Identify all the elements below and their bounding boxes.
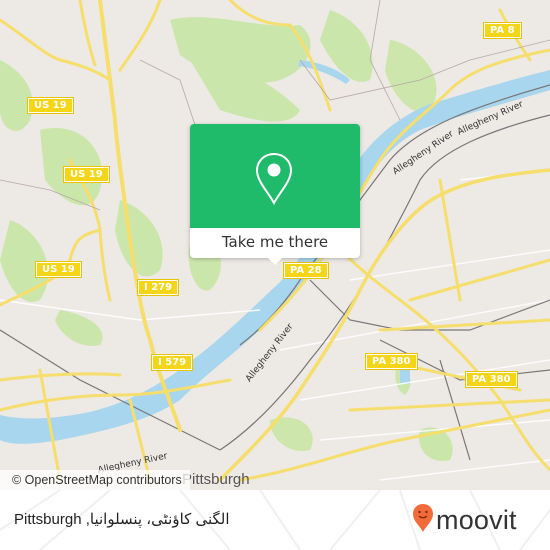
route-shield-us19: US 19 — [27, 97, 74, 114]
route-shield-pa28: PA 28 — [283, 262, 329, 279]
location-popup: Take me there — [190, 124, 360, 265]
popup-header — [190, 124, 360, 228]
footer: Pittsburgh ,الگنی کاؤنٹی، پنسلوانیا moov… — [0, 490, 550, 550]
take-me-there-button[interactable]: Take me there — [190, 228, 360, 258]
route-shield-i279: I 279 — [136, 279, 180, 296]
map-attribution[interactable]: © OpenStreetMap contributors — [0, 470, 190, 490]
location-text: Pittsburgh ,الگنی کاؤنٹی، پنسلوانیا — [14, 511, 230, 528]
popup-tail — [266, 256, 284, 265]
moovit-logo[interactable]: moovit — [412, 502, 517, 538]
route-shield-i579: I 579 — [150, 354, 194, 371]
map[interactable]: PA 8 US 19 US 19 US 19 I 279 PA 28 I 579… — [0, 0, 550, 490]
moovit-pin-icon — [412, 503, 434, 537]
route-shield-us19: US 19 — [63, 166, 110, 183]
route-shield-pa380: PA 380 — [465, 371, 518, 388]
brand-name: moovit — [436, 505, 517, 535]
route-shield-us19: US 19 — [35, 261, 82, 278]
route-shield-pa380: PA 380 — [365, 353, 418, 370]
city-label: Pittsburgh — [182, 471, 250, 488]
route-shield-pa8: PA 8 — [483, 22, 522, 39]
